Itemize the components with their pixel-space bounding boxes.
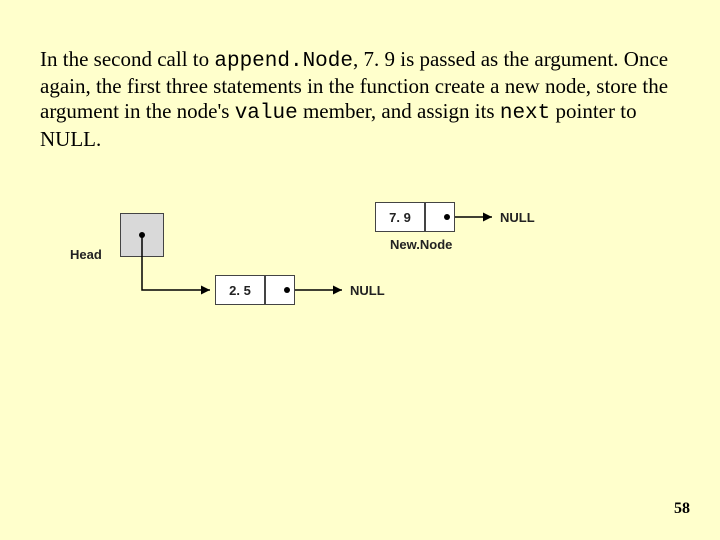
page-number: 58 [674, 500, 690, 518]
text-seg-c: member, and assign its [298, 99, 500, 123]
code-next: next [500, 102, 550, 125]
node2-value-box: 7. 9 [375, 202, 425, 232]
text-seg-a: In the second call to [40, 47, 214, 71]
code-appendnode: append.Node [214, 50, 353, 73]
node2-dot-icon [444, 214, 450, 220]
linked-list-diagram: Head 2. 5 NULL 7. 9 NULL New.Node [50, 195, 610, 365]
node1-dot-icon [284, 287, 290, 293]
node2-null-label: NULL [500, 210, 535, 225]
code-value: value [235, 102, 298, 125]
node1-pointer-cell [265, 275, 295, 305]
newnode-label: New.Node [390, 237, 452, 252]
node1-null-label: NULL [350, 283, 385, 298]
slide: In the second call to append.Node, 7. 9 … [0, 0, 720, 540]
node1-value-box: 2. 5 [215, 275, 265, 305]
body-paragraph: In the second call to append.Node, 7. 9 … [40, 47, 680, 152]
node2-pointer-cell [425, 202, 455, 232]
